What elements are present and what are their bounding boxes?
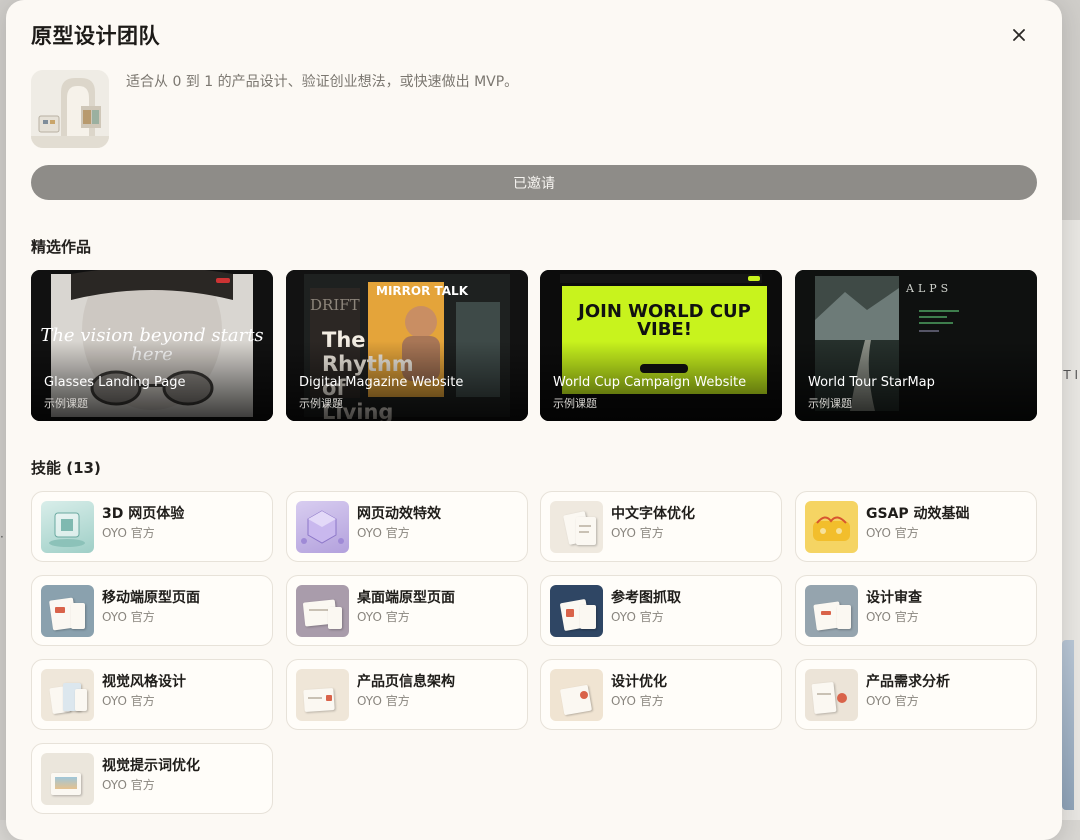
- skill-author: OYO 官方: [866, 692, 919, 709]
- mobile-prototype-icon: [41, 585, 94, 637]
- typography-doc-icon: [550, 501, 603, 553]
- skill-card[interactable]: 移动端原型页面 OYO 官方: [31, 575, 273, 646]
- skill-author: OYO 官方: [357, 608, 410, 625]
- featured-works-title: 精选作品: [31, 236, 91, 257]
- background-text: T I: [1063, 368, 1078, 382]
- skill-name: GSAP 动效基础: [866, 503, 970, 523]
- skill-card[interactable]: 设计优化 OYO 官方: [540, 659, 782, 730]
- modal-title: 原型设计团队: [31, 20, 160, 50]
- skill-name: 移动端原型页面: [102, 587, 200, 607]
- work-subtitle: 示例课题: [44, 395, 88, 411]
- work-name: Digital Magazine Website: [299, 375, 463, 390]
- skill-card[interactable]: 3D 网页体验 OYO 官方: [31, 491, 273, 562]
- gsap-block-icon: [805, 501, 858, 553]
- work-art-small: DRIFT: [310, 296, 360, 314]
- skill-card[interactable]: 参考图抓取 OYO 官方: [540, 575, 782, 646]
- skill-author: OYO 官方: [357, 692, 410, 709]
- design-audit-icon: [805, 585, 858, 637]
- skill-author: OYO 官方: [357, 524, 410, 541]
- skill-name: 视觉提示词优化: [102, 755, 200, 775]
- skills-title: 技能 (13): [31, 457, 101, 478]
- skill-name: 桌面端原型页面: [357, 587, 455, 607]
- work-subtitle: 示例课题: [553, 395, 597, 411]
- work-subtitle: 示例课题: [299, 395, 343, 411]
- close-button[interactable]: [1008, 24, 1030, 46]
- close-icon: [1012, 28, 1026, 42]
- skill-card[interactable]: 网页动效特效 OYO 官方: [286, 491, 528, 562]
- skill-card[interactable]: 视觉风格设计 OYO 官方: [31, 659, 273, 730]
- work-art-text: ALPS: [906, 282, 952, 295]
- requirements-icon: [805, 669, 858, 721]
- room-illustration-icon: [31, 70, 109, 148]
- skill-card[interactable]: 中文字体优化 OYO 官方: [540, 491, 782, 562]
- skill-author: OYO 官方: [102, 692, 155, 709]
- skill-author: OYO 官方: [866, 608, 919, 625]
- info-architecture-icon: [296, 669, 349, 721]
- work-name: Glasses Landing Page: [44, 375, 186, 390]
- skill-card[interactable]: 产品需求分析 OYO 官方: [795, 659, 1037, 730]
- skill-author: OYO 官方: [866, 524, 919, 541]
- featured-works-list: The vision beyond starts here Glasses La…: [31, 270, 1037, 421]
- work-card-world-cup[interactable]: JOIN WORLD CUP VIBE! World Cup Campaign …: [540, 270, 782, 421]
- work-name: World Cup Campaign Website: [553, 375, 746, 390]
- glass-cube-icon: [41, 501, 94, 553]
- skill-name: 产品需求分析: [866, 671, 950, 691]
- background-thumbnail: [1062, 640, 1074, 810]
- skill-author: OYO 官方: [102, 776, 155, 793]
- skill-card[interactable]: 产品页信息架构 OYO 官方: [286, 659, 528, 730]
- work-subtitle: 示例课题: [808, 395, 852, 411]
- skill-name: 中文字体优化: [611, 503, 695, 523]
- work-card-glasses[interactable]: The vision beyond starts here Glasses La…: [31, 270, 273, 421]
- skill-name: 参考图抓取: [611, 587, 681, 607]
- skill-card[interactable]: 设计审查 OYO 官方: [795, 575, 1037, 646]
- work-name: World Tour StarMap: [808, 375, 935, 390]
- skill-author: OYO 官方: [611, 524, 664, 541]
- skill-name: 网页动效特效: [357, 503, 441, 523]
- skill-name: 设计审查: [866, 587, 922, 607]
- skill-name: 3D 网页体验: [102, 503, 184, 523]
- visual-style-icon: [41, 669, 94, 721]
- desktop-prototype-icon: [296, 585, 349, 637]
- work-card-starmap[interactable]: ALPS World Tour StarMap 示例课题: [795, 270, 1037, 421]
- team-modal: 原型设计团队 适合从 0 到 1 的产品设计、验证创业想法，或快速做出 MVP。…: [6, 0, 1062, 840]
- skill-name: 产品页信息架构: [357, 671, 455, 691]
- skill-card[interactable]: GSAP 动效基础 OYO 官方: [795, 491, 1037, 562]
- skill-name: 设计优化: [611, 671, 667, 691]
- skill-author: OYO 官方: [611, 608, 664, 625]
- team-description: 适合从 0 到 1 的产品设计、验证创业想法，或快速做出 MVP。: [126, 71, 518, 91]
- skill-author: OYO 官方: [102, 608, 155, 625]
- work-art-text: JOIN WORLD CUP VIBE!: [562, 303, 767, 339]
- reference-capture-icon: [550, 585, 603, 637]
- skill-author: OYO 官方: [102, 524, 155, 541]
- skill-card[interactable]: 视觉提示词优化 OYO 官方: [31, 743, 273, 814]
- skill-name: 视觉风格设计: [102, 671, 186, 691]
- work-card-magazine[interactable]: DRIFT MIRROR TALK The Rhythm of Living D…: [286, 270, 528, 421]
- skill-card[interactable]: 桌面端原型页面 OYO 官方: [286, 575, 528, 646]
- team-avatar: [31, 70, 109, 148]
- prompt-optimize-icon: [41, 753, 94, 805]
- design-refine-icon: [550, 669, 603, 721]
- motion-cube-icon: [296, 501, 349, 553]
- skill-author: OYO 官方: [611, 692, 664, 709]
- invited-button[interactable]: 已邀请: [31, 165, 1037, 200]
- work-art-kicker: MIRROR TALK: [376, 284, 468, 298]
